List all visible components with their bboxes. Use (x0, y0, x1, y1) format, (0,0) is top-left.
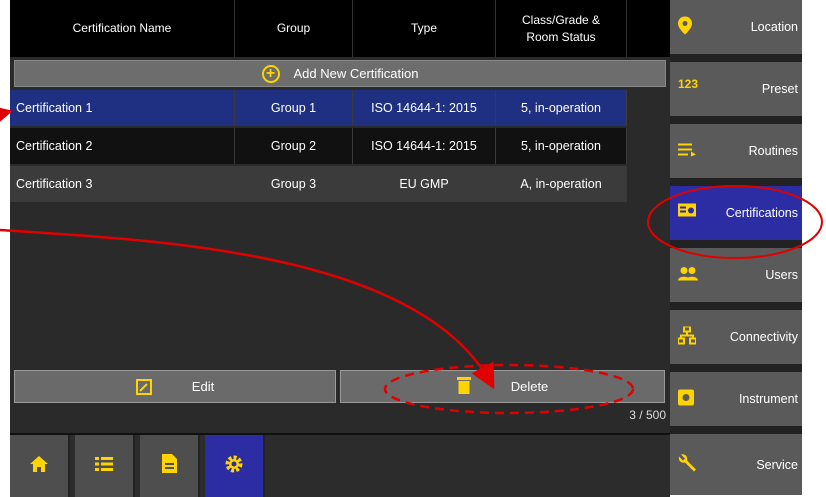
cell-name: Certification 2 (10, 128, 235, 164)
instrument-icon (678, 389, 694, 409)
routines-icon (678, 143, 696, 160)
cell-name: Certification 1 (10, 90, 235, 126)
cell-type: ISO 14644-1: 2015 (353, 128, 496, 164)
wrench-icon (678, 453, 698, 476)
sidebar: Location 123 Preset Routines Certificati… (670, 0, 802, 495)
sidebar-item-label: Connectivity (729, 330, 798, 344)
cell-type: ISO 14644-1: 2015 (353, 90, 496, 126)
users-icon (678, 267, 698, 284)
certificate-icon (678, 203, 696, 223)
list-button[interactable] (75, 435, 135, 497)
sidebar-item-label: Instrument (738, 392, 798, 406)
settings-button[interactable] (205, 435, 265, 497)
sidebar-item-label: Location (750, 20, 798, 34)
123-icon: 123 (678, 77, 699, 91)
sidebar-item-label: Users (765, 268, 798, 282)
add-new-certification-label: Add New Certification (293, 66, 419, 81)
header-group[interactable]: Group (235, 0, 353, 57)
sidebar-item-users[interactable]: Users (670, 248, 802, 306)
header-class-grade-status[interactable]: Class/Grade & Room Status (496, 0, 627, 57)
sidebar-item-routines[interactable]: Routines (670, 124, 802, 182)
trash-icon (456, 376, 471, 397)
edit-icon (135, 378, 152, 395)
cell-group: Group 1 (235, 90, 353, 126)
cell-status: A, in-operation (496, 166, 627, 202)
delete-button[interactable]: Delete (340, 370, 665, 403)
edit-button[interactable]: Edit (14, 370, 336, 403)
record-counter: 3 / 500 (629, 408, 666, 422)
location-pin-icon (678, 16, 692, 38)
edit-label: Edit (191, 379, 215, 394)
document-button[interactable] (140, 435, 200, 497)
gear-icon (224, 454, 244, 479)
add-new-certification-button[interactable]: + Add New Certification (14, 60, 666, 87)
certifications-screen: Certification Name Group Type Class/Grad… (10, 0, 675, 497)
home-icon (29, 455, 49, 478)
cell-status: 5, in-operation (496, 90, 627, 126)
sidebar-item-instrument[interactable]: Instrument (670, 372, 802, 430)
header-type[interactable]: Type (353, 0, 496, 57)
sidebar-item-connectivity[interactable]: Connectivity (670, 310, 802, 368)
sidebar-item-preset[interactable]: 123 Preset (670, 62, 802, 120)
sidebar-item-label: Routines (748, 144, 798, 158)
cell-type: EU GMP (353, 166, 496, 202)
sidebar-item-location[interactable]: Location (670, 0, 802, 58)
table-header: Certification Name Group Type Class/Grad… (10, 0, 670, 57)
sidebar-item-certifications[interactable]: Certifications (670, 186, 802, 244)
home-button[interactable] (10, 435, 70, 497)
list-icon (95, 456, 113, 477)
cell-status: 5, in-operation (496, 128, 627, 164)
sidebar-item-label: Preset (761, 82, 798, 96)
network-icon (677, 325, 697, 348)
cell-group: Group 3 (235, 166, 353, 202)
cell-group: Group 2 (235, 128, 353, 164)
table-row[interactable]: Certification 3 Group 3 EU GMP A, in-ope… (10, 166, 627, 202)
add-circle-icon: + (261, 64, 280, 83)
cell-name: Certification 3 (10, 166, 235, 202)
sidebar-item-service[interactable]: Service (670, 434, 802, 495)
annotation-arrow-selected-row (0, 104, 13, 129)
sidebar-item-label: Certifications (725, 206, 798, 220)
table-row[interactable]: Certification 2 Group 2 ISO 14644-1: 201… (10, 128, 627, 164)
sidebar-item-label: Service (756, 457, 798, 472)
delete-label: Delete (510, 379, 549, 394)
table-row[interactable]: Certification 1 Group 1 ISO 14644-1: 201… (10, 90, 627, 126)
header-certification-name[interactable]: Certification Name (10, 0, 235, 57)
bottom-nav (10, 433, 670, 497)
document-icon (161, 454, 177, 478)
